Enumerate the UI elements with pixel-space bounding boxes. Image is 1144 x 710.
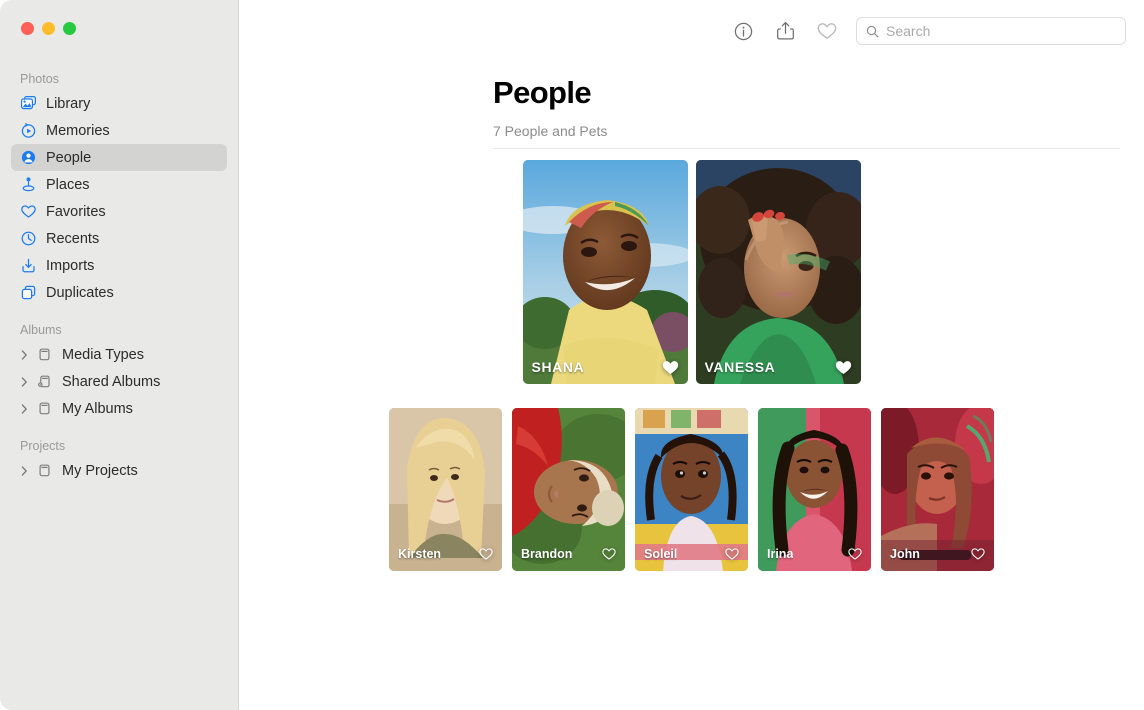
sidebar-item-label: Favorites (46, 204, 106, 220)
chevron-right-icon[interactable] (20, 350, 29, 360)
sidebar-item-label: Media Types (62, 347, 144, 363)
toolbar: Search (239, 0, 1144, 62)
person-name: Brandon (521, 547, 572, 561)
sidebar: Photos Library (0, 0, 239, 710)
person-card-label: VANESSA (696, 350, 861, 384)
sidebar-section-albums: Albums (0, 323, 238, 341)
close-button[interactable] (21, 22, 34, 35)
person-card[interactable]: Soleil (635, 408, 748, 571)
shared-album-icon (36, 373, 53, 390)
search-icon (866, 25, 879, 38)
album-icon (36, 462, 53, 479)
sidebar-item-duplicates[interactable]: Duplicates (11, 279, 227, 306)
person-card[interactable]: Kirsten (389, 408, 502, 571)
person-card[interactable]: John (881, 408, 994, 571)
heart-icon (20, 203, 37, 220)
clock-icon (20, 230, 37, 247)
person-card-label: Soleil (635, 537, 748, 571)
sidebar-section-photos: Photos (0, 72, 238, 90)
person-name: Kirsten (398, 547, 441, 561)
person-name: VANESSA (705, 359, 776, 375)
share-icon[interactable] (764, 15, 806, 47)
chevron-right-icon[interactable] (20, 377, 29, 387)
sidebar-item-favorites[interactable]: Favorites (11, 198, 227, 225)
page-title: People (493, 77, 1144, 108)
favorite-heart-icon[interactable] (725, 547, 739, 561)
places-pin-icon (20, 176, 37, 193)
sidebar-item-memories[interactable]: Memories (11, 117, 227, 144)
search-placeholder: Search (886, 23, 930, 39)
favorite-heart-icon[interactable] (479, 547, 493, 561)
window-controls (21, 22, 76, 35)
info-icon[interactable] (722, 15, 764, 47)
minimize-button[interactable] (42, 22, 55, 35)
favorite-heart-icon[interactable] (662, 359, 679, 376)
chevron-right-icon[interactable] (20, 404, 29, 414)
sidebar-item-imports[interactable]: Imports (11, 252, 227, 279)
main-content: Search People 7 People and Pets (239, 0, 1144, 710)
sidebar-item-people[interactable]: People (11, 144, 227, 171)
person-card[interactable]: Brandon (512, 408, 625, 571)
sidebar-item-library[interactable]: Library (11, 90, 227, 117)
sidebar-item-label: Shared Albums (62, 374, 160, 390)
favorite-heart-icon[interactable] (602, 547, 616, 561)
import-icon (20, 257, 37, 274)
sidebar-item-label: Places (46, 177, 90, 193)
memories-icon (20, 122, 37, 139)
sidebar-item-label: My Projects (62, 463, 138, 479)
sidebar-item-label: Library (46, 96, 90, 112)
featured-people-row: SHANA (239, 160, 1144, 384)
person-name: John (890, 547, 920, 561)
sidebar-group-projects: Projects My Projects (0, 439, 238, 484)
people-row: Kirsten (239, 408, 1144, 571)
search-input[interactable]: Search (856, 17, 1126, 45)
chevron-right-icon[interactable] (20, 466, 29, 476)
person-name: Soleil (644, 547, 677, 561)
favorite-heart-icon[interactable] (835, 359, 852, 376)
sidebar-item-shared-albums[interactable]: Shared Albums (11, 368, 227, 395)
page-header: People 7 People and Pets (239, 77, 1144, 139)
favorite-heart-icon[interactable] (806, 15, 848, 47)
page-subtitle: 7 People and Pets (493, 123, 1144, 139)
favorite-heart-icon[interactable] (848, 547, 862, 561)
photos-window: Photos Library (0, 0, 1144, 710)
album-icon (36, 400, 53, 417)
sidebar-item-label: My Albums (62, 401, 133, 417)
person-card[interactable]: VANESSA (696, 160, 861, 384)
sidebar-item-label: Recents (46, 231, 99, 247)
person-card-label: John (881, 537, 994, 571)
person-card-label: Irina (758, 537, 871, 571)
library-icon (20, 95, 37, 112)
person-name: SHANA (532, 359, 585, 375)
sidebar-item-label: Duplicates (46, 285, 114, 301)
sidebar-item-my-projects[interactable]: My Projects (11, 457, 227, 484)
sidebar-item-places[interactable]: Places (11, 171, 227, 198)
person-card[interactable]: Irina (758, 408, 871, 571)
sidebar-item-media-types[interactable]: Media Types (11, 341, 227, 368)
person-name: Irina (767, 547, 793, 561)
sidebar-item-label: Imports (46, 258, 94, 274)
person-card-label: SHANA (523, 350, 688, 384)
header-divider (493, 148, 1120, 149)
people-grid: SHANA (239, 160, 1144, 571)
person-card-label: Kirsten (389, 537, 502, 571)
person-card[interactable]: SHANA (523, 160, 688, 384)
sidebar-item-my-albums[interactable]: My Albums (11, 395, 227, 422)
sidebar-group-photos: Photos Library (0, 72, 238, 306)
zoom-button[interactable] (63, 22, 76, 35)
sidebar-item-label: People (46, 150, 91, 166)
sidebar-nav: Photos Library (0, 72, 238, 484)
people-icon (20, 149, 37, 166)
duplicates-icon (20, 284, 37, 301)
album-icon (36, 346, 53, 363)
favorite-heart-icon[interactable] (971, 547, 985, 561)
sidebar-section-projects: Projects (0, 439, 238, 457)
person-card-label: Brandon (512, 537, 625, 571)
sidebar-group-albums: Albums Media Types (0, 323, 238, 422)
sidebar-item-label: Memories (46, 123, 110, 139)
sidebar-item-recents[interactable]: Recents (11, 225, 227, 252)
